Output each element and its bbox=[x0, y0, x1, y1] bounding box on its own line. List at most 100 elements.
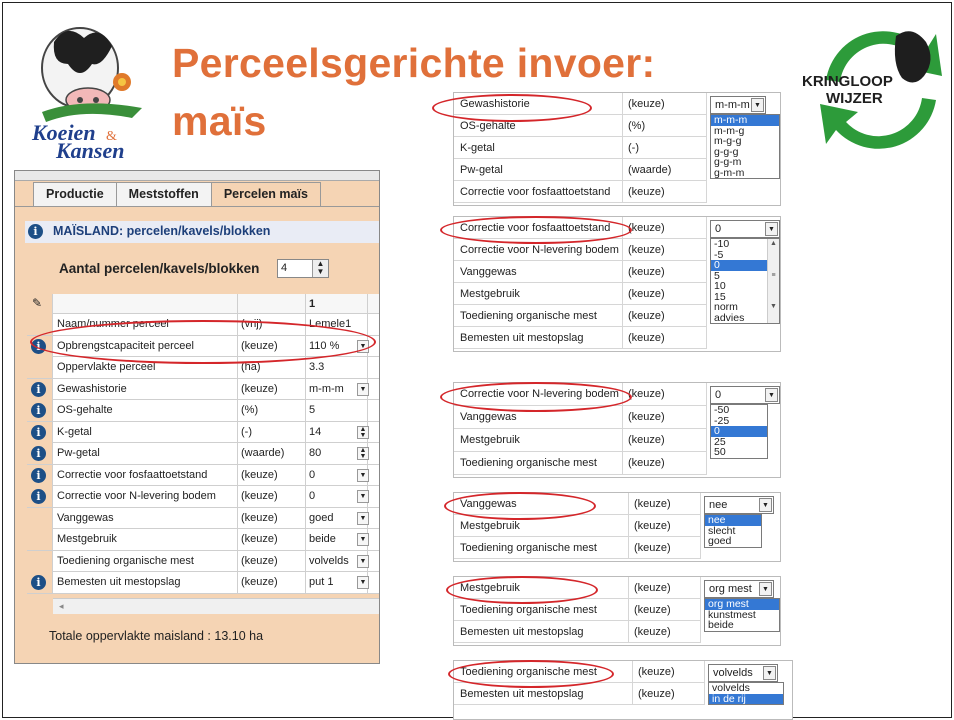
parcel-count-label: Aantal percelen/kavels/blokken bbox=[59, 261, 260, 276]
row-value[interactable]: beide bbox=[309, 533, 355, 545]
dropdown-option[interactable]: in de rij bbox=[709, 693, 783, 704]
dropdown-arrow-icon[interactable]: ▼ bbox=[357, 382, 369, 396]
dropdown-option[interactable]: g-m-m bbox=[711, 167, 779, 179]
info-icon[interactable]: i bbox=[28, 224, 43, 239]
field-type: (keuze) bbox=[628, 388, 665, 400]
horizontal-scrollbar[interactable]: ◂ bbox=[53, 598, 379, 614]
table-row: i K-getal (-) 14 ▲ ▼ bbox=[27, 421, 379, 443]
dropdown-arrow-icon[interactable]: ▼ bbox=[765, 222, 778, 236]
dropdown-option[interactable]: advies bbox=[711, 312, 767, 324]
dropdown-option[interactable]: beide bbox=[705, 620, 779, 631]
row-value[interactable]: 14 bbox=[309, 426, 355, 438]
dropdown-option[interactable]: org mest bbox=[705, 599, 779, 610]
row-label: Pw-getal bbox=[57, 447, 100, 459]
dropdown-option[interactable]: g-g-m bbox=[711, 157, 779, 168]
dropdown-value: 0 bbox=[715, 223, 722, 235]
dropdown-option[interactable]: m-m-m bbox=[711, 115, 779, 126]
row-value[interactable]: 3.3 bbox=[309, 361, 355, 373]
list-scrollbar[interactable]: ▲ ≡ ▼ bbox=[767, 239, 779, 323]
spin-arrows-icon[interactable]: ▲ ▼ bbox=[357, 425, 369, 439]
info-cell: i bbox=[27, 464, 53, 486]
tab-meststoffen[interactable]: Meststoffen bbox=[115, 182, 212, 206]
dropdown-option[interactable]: norm bbox=[711, 302, 767, 313]
value-dropdown[interactable]: org mest ▼ bbox=[704, 580, 774, 598]
dropdown-option[interactable]: 10 bbox=[711, 281, 767, 292]
row-value[interactable]: m-m-m bbox=[309, 383, 355, 395]
field-type: (keuze) bbox=[634, 498, 671, 510]
dropdown-arrow-icon[interactable]: ▼ bbox=[765, 388, 778, 402]
field-label: Vanggewas bbox=[460, 411, 517, 423]
dropdown-arrow-icon[interactable]: ▼ bbox=[357, 511, 369, 525]
row-value[interactable]: volvelds bbox=[309, 555, 355, 567]
dropdown-option[interactable]: goed bbox=[705, 536, 761, 547]
row-type: (keuze) bbox=[241, 533, 278, 545]
dropdown-option[interactable]: -50 bbox=[711, 405, 767, 416]
row-value[interactable]: 80 bbox=[309, 447, 355, 459]
row-value[interactable]: goed bbox=[309, 512, 355, 524]
info-cell bbox=[27, 507, 53, 529]
dropdown-options-list: -50 -25 0 25 50 bbox=[710, 404, 768, 459]
info-icon[interactable]: i bbox=[31, 446, 46, 461]
row-value[interactable]: 0 bbox=[309, 469, 355, 481]
dropdown-arrow-icon[interactable]: ▼ bbox=[357, 468, 369, 482]
spin-arrows-icon[interactable]: ▲ ▼ bbox=[312, 260, 328, 277]
field-type: (keuze) bbox=[634, 604, 671, 616]
dropdown-option[interactable]: 50 bbox=[711, 447, 767, 458]
field-type: (keuze) bbox=[634, 520, 671, 532]
value-dropdown[interactable]: volvelds ▼ bbox=[708, 664, 778, 682]
pencil-icon[interactable]: ✎ bbox=[32, 296, 42, 310]
dropdown-options-list: org mest kunstmest beide bbox=[704, 598, 780, 632]
list-item: Toediening organische mest (keuze) bbox=[454, 452, 706, 475]
row-value[interactable]: 0 bbox=[309, 490, 355, 502]
info-icon[interactable]: i bbox=[31, 403, 46, 418]
dropdown-arrow-icon[interactable]: ▼ bbox=[763, 666, 776, 680]
info-icon[interactable]: i bbox=[31, 467, 46, 483]
field-type: (waarde) bbox=[628, 164, 672, 176]
slide-title-line2: maïs bbox=[172, 98, 267, 144]
dropdown-options-list: volvelds in de rij bbox=[708, 682, 784, 705]
parcel-count-stepper[interactable]: 4 ▲ ▼ bbox=[277, 259, 329, 278]
info-icon[interactable]: i bbox=[31, 424, 46, 440]
row-label: Gewashistorie bbox=[57, 382, 127, 395]
dropdown-arrow-icon[interactable]: ▼ bbox=[759, 582, 772, 596]
row-label: Correctie voor N-levering bodem bbox=[57, 490, 216, 502]
dropdown-option[interactable]: nee bbox=[705, 515, 761, 526]
dropdown-value: nee bbox=[709, 499, 728, 511]
tab-productie[interactable]: Productie bbox=[33, 182, 117, 206]
dropdown-arrow-icon[interactable]: ▼ bbox=[357, 533, 369, 546]
highlight-oval-fosfaat bbox=[440, 216, 632, 244]
tab-percelen-mais[interactable]: Percelen maïs bbox=[210, 182, 321, 206]
dropdown-option[interactable]: volvelds bbox=[709, 683, 783, 694]
field-label: K-getal bbox=[460, 142, 495, 154]
dropdown-arrow-icon[interactable]: ▼ bbox=[759, 498, 772, 512]
info-icon[interactable]: i bbox=[31, 575, 46, 590]
value-dropdown[interactable]: m-m-m ▼ bbox=[710, 96, 766, 114]
row-value[interactable]: put 1 bbox=[309, 576, 355, 588]
dropdown-arrow-icon[interactable]: ▼ bbox=[357, 576, 369, 589]
dropdown-option[interactable]: 0 bbox=[711, 260, 767, 271]
dropdown-arrow-icon[interactable]: ▼ bbox=[357, 490, 369, 503]
dropdown-option[interactable]: -10 bbox=[711, 239, 767, 250]
dropdown-arrow-icon[interactable]: ▼ bbox=[357, 554, 369, 568]
dropdown-option[interactable]: 0 bbox=[711, 426, 767, 437]
info-icon[interactable]: i bbox=[31, 381, 46, 397]
field-label: Bemesten uit mestopslag bbox=[460, 332, 584, 344]
list-item: Mestgebruik (keuze) bbox=[454, 429, 706, 452]
info-icon[interactable]: i bbox=[31, 489, 46, 504]
value-dropdown[interactable]: nee ▼ bbox=[704, 496, 774, 514]
spin-arrows-icon[interactable]: ▲ ▼ bbox=[357, 447, 369, 460]
list-item: K-getal (-) bbox=[454, 137, 706, 159]
field-type: (%) bbox=[628, 120, 646, 132]
dropdown-arrow-icon[interactable]: ▼ bbox=[751, 98, 764, 112]
dropdown-option[interactable]: m-g-g bbox=[711, 136, 779, 147]
logo-left-word2: Kansen bbox=[55, 138, 124, 162]
table-row: i OS-gehalte (%) 5 bbox=[27, 400, 379, 422]
dropdown-value: volvelds bbox=[713, 667, 753, 679]
row-value[interactable]: 5 bbox=[309, 404, 355, 416]
value-dropdown[interactable]: 0 ▼ bbox=[710, 220, 780, 238]
koeien-kansen-logo: Koeien & Kansen bbox=[31, 27, 142, 162]
row-label: Mestgebruik bbox=[57, 533, 117, 545]
dropdown-options-list: -10 -5 0 5 10 15 norm advies ▲ ≡ ▼ bbox=[710, 238, 780, 324]
value-dropdown[interactable]: 0 ▼ bbox=[710, 386, 780, 404]
field-label: Mestgebruik bbox=[460, 288, 520, 300]
